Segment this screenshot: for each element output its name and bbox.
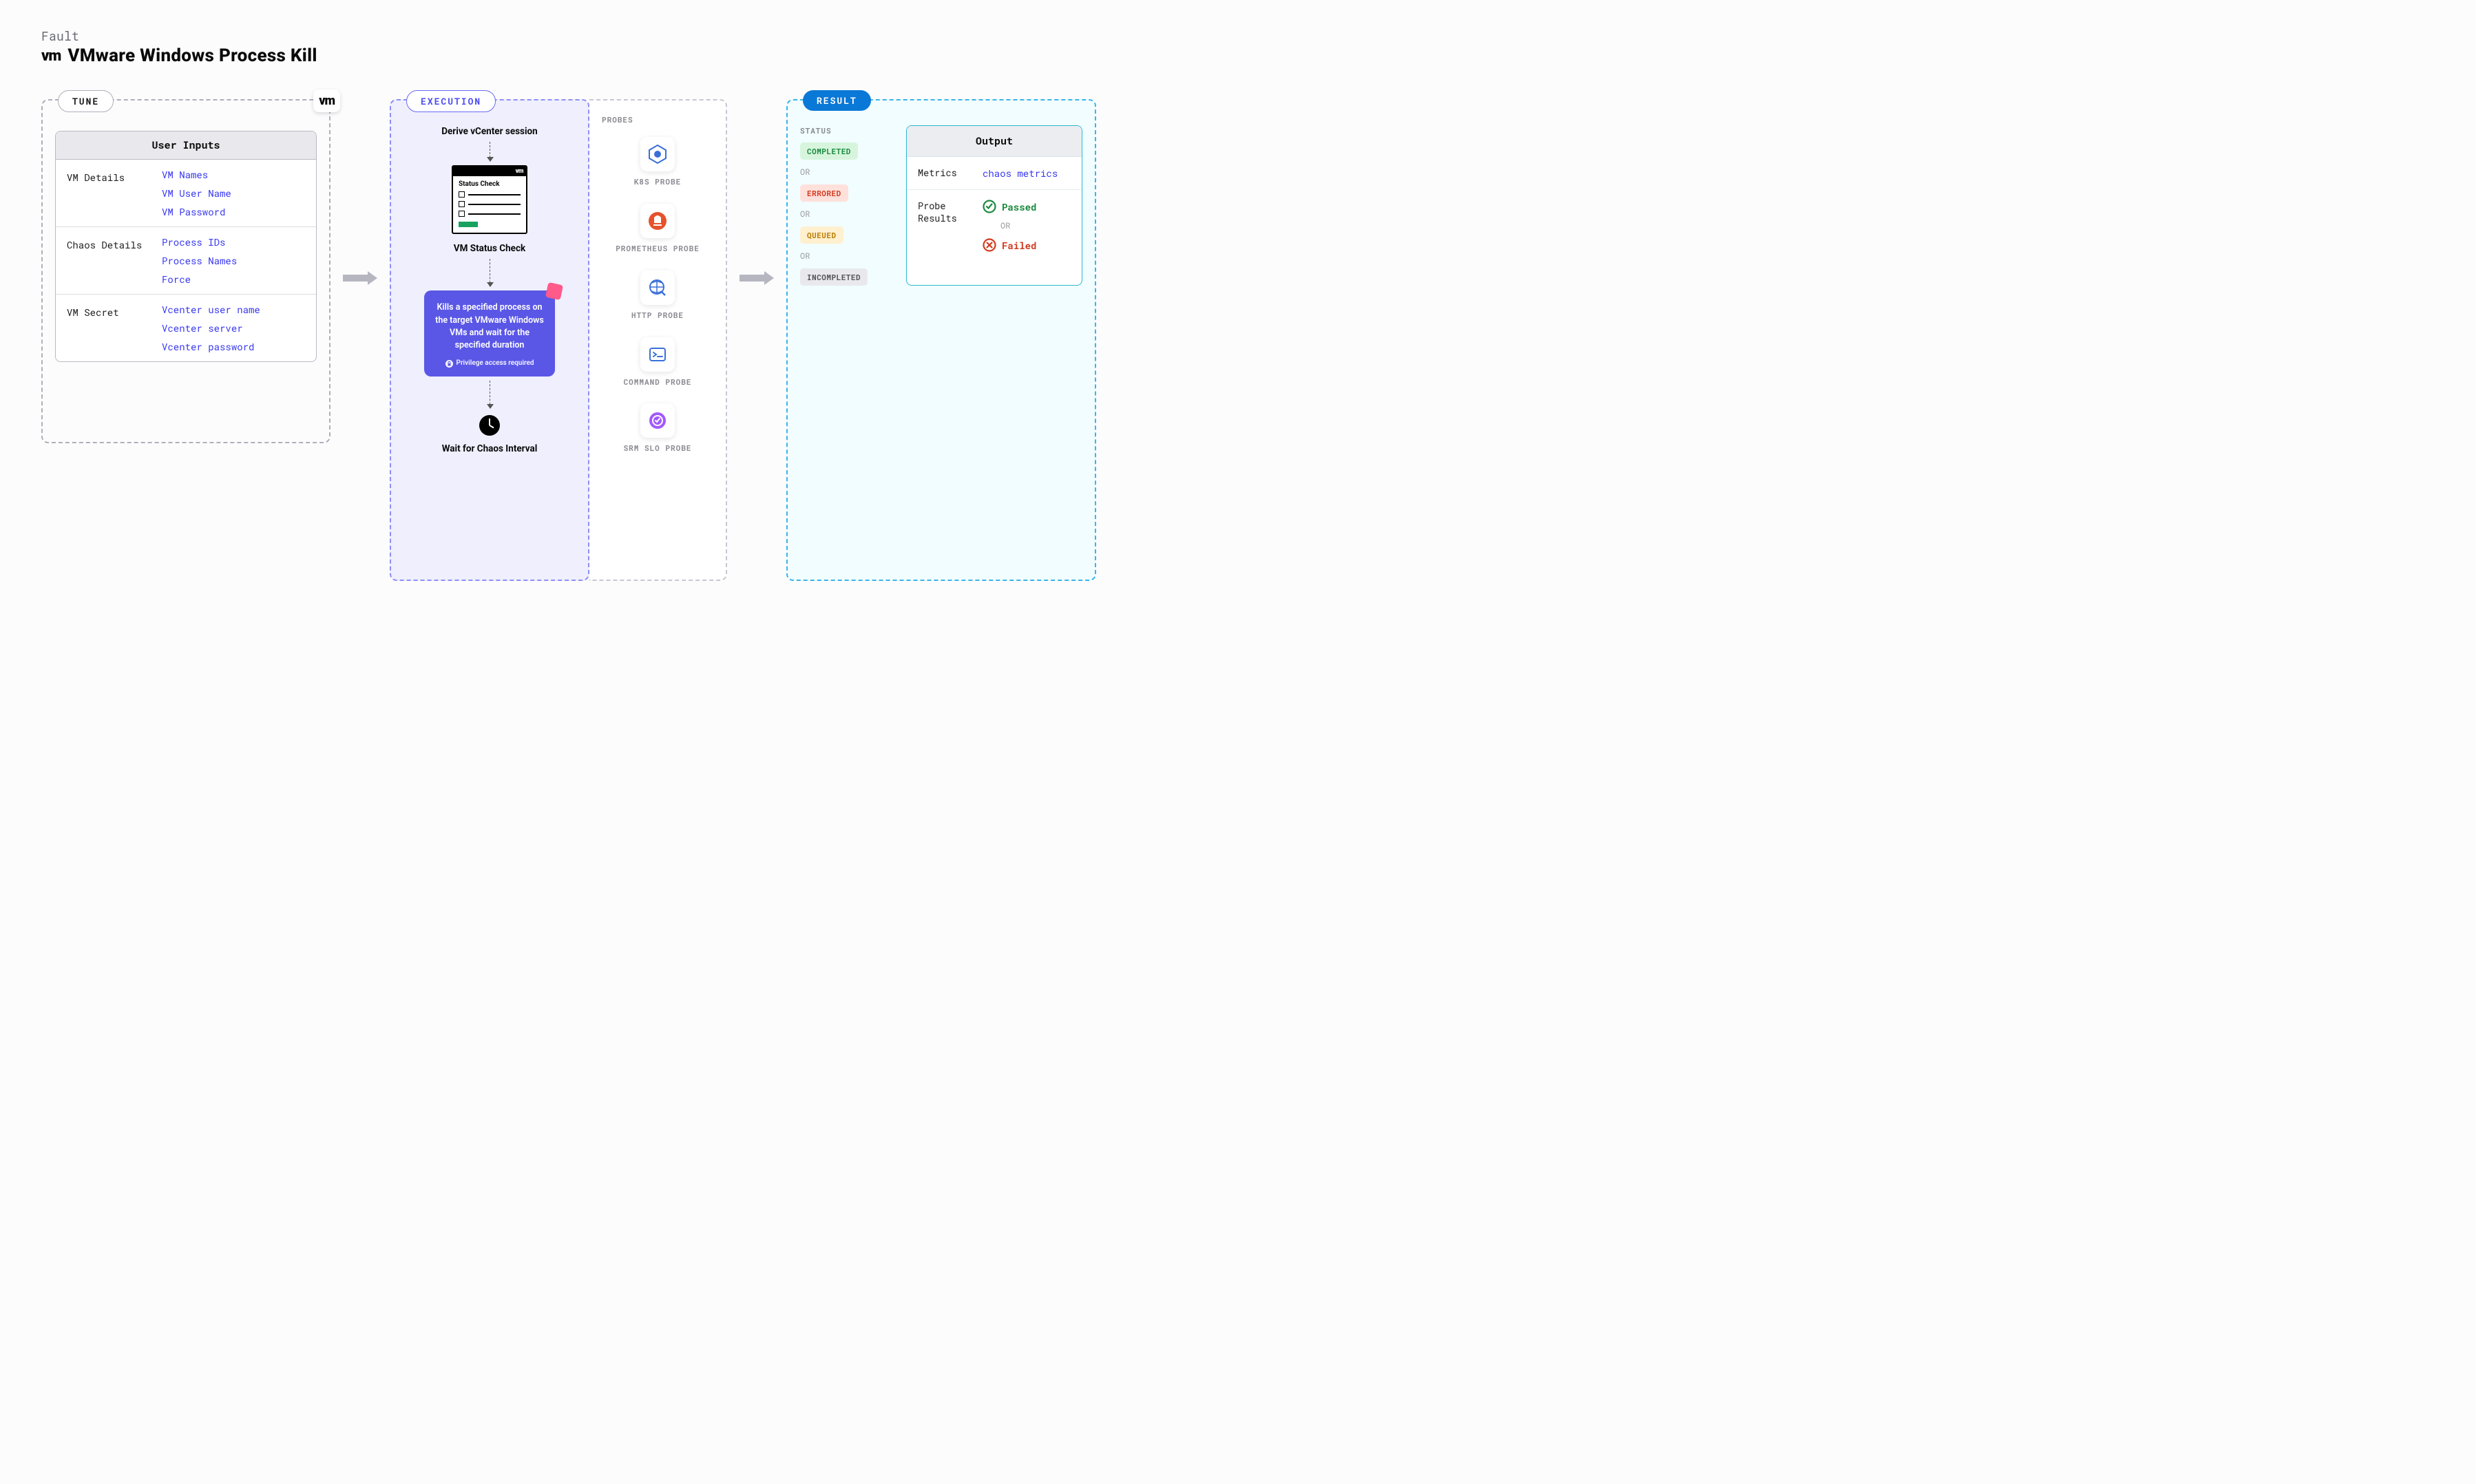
output-metrics-row: Metrics chaos metrics xyxy=(907,157,1082,190)
probes-title: PROBES xyxy=(602,114,713,125)
or-separator: OR xyxy=(1000,220,1071,231)
privilege-note: Privilege access required xyxy=(434,359,545,369)
probe-prometheus: PROMETHEUS PROBE xyxy=(616,204,700,254)
or-separator: OR xyxy=(800,209,890,220)
probe-srm-slo: SRM SLO PROBE xyxy=(624,403,692,454)
title-text: VMware Windows Process Kill xyxy=(67,45,317,66)
progress-bar-icon xyxy=(459,222,478,227)
status-check-card: vm Status Check xyxy=(452,165,527,234)
diagram-container: TUNE vm User Inputs VM Details VM Names … xyxy=(41,99,2435,581)
vmware-badge-icon: vm xyxy=(313,89,340,112)
execution-panel: EXECUTION Derive vCenter session vm Stat… xyxy=(390,99,589,581)
section-values: Process IDs Process Names Force xyxy=(162,235,237,286)
page-header: Fault vm VMware Windows Process Kill xyxy=(41,28,2435,66)
result-tag: RESULT xyxy=(803,90,871,111)
probes-panel: PROBES K8S PROBE PROMETHEUS PROBE HTTP P… xyxy=(589,99,727,581)
step-wait-interval: Wait for Chaos Interval xyxy=(442,443,538,455)
status-check-title: Status Check xyxy=(459,180,521,188)
probe-name: COMMAND PROBE xyxy=(624,377,692,388)
k8s-icon xyxy=(640,137,675,171)
command-icon xyxy=(640,337,675,372)
probe-name: PROMETHEUS PROBE xyxy=(616,244,700,254)
section-label: Chaos Details xyxy=(67,235,149,286)
probe-failed: Failed xyxy=(983,238,1071,252)
page-title: vm VMware Windows Process Kill xyxy=(41,45,2435,66)
user-inputs-card: User Inputs VM Details VM Names VM User … xyxy=(55,131,317,362)
probe-list: K8S PROBE PROMETHEUS PROBE HTTP PROBE CO… xyxy=(602,137,713,454)
execution-flow: Derive vCenter session vm Status Check V… xyxy=(403,125,576,456)
chaos-badge-icon xyxy=(545,282,563,300)
section-label: VM Details xyxy=(67,168,149,218)
check-circle-icon xyxy=(983,200,996,213)
user-inputs-title: User Inputs xyxy=(56,131,316,160)
probe-results-values: Passed OR Failed xyxy=(983,200,1071,252)
input-value: VM User Name xyxy=(162,187,231,200)
input-value: Force xyxy=(162,273,237,286)
flow-arrow-icon xyxy=(739,270,774,286)
lock-icon xyxy=(445,360,453,368)
probe-name: K8S PROBE xyxy=(634,177,681,187)
input-value: Process Names xyxy=(162,254,237,267)
x-circle-icon xyxy=(983,238,996,252)
srm-icon xyxy=(640,403,675,438)
probe-http: HTTP PROBE xyxy=(631,271,684,321)
probe-name: HTTP PROBE xyxy=(631,310,684,321)
tune-tag: TUNE xyxy=(58,90,114,112)
input-value: VM Names xyxy=(162,168,231,181)
status-column: STATUS COMPLETED OR ERRORED OR QUEUED OR… xyxy=(800,125,890,286)
execution-wrap: EXECUTION Derive vCenter session vm Stat… xyxy=(390,99,727,581)
section-label: VM Secret xyxy=(67,303,149,353)
metrics-label: Metrics xyxy=(918,167,972,179)
or-separator: OR xyxy=(800,167,890,178)
input-value: VM Password xyxy=(162,205,231,218)
input-value: Vcenter server xyxy=(162,321,260,335)
probe-command: COMMAND PROBE xyxy=(624,337,692,388)
status-incompleted-badge: INCOMPLETED xyxy=(800,268,868,286)
output-title: Output xyxy=(907,126,1082,157)
prometheus-icon xyxy=(640,204,675,238)
section-values: VM Names VM User Name VM Password xyxy=(162,168,231,218)
probe-k8s: K8S PROBE xyxy=(634,137,681,187)
input-value: Vcenter user name xyxy=(162,303,260,316)
status-queued-badge: QUEUED xyxy=(800,226,843,244)
step-vm-status-check: VM Status Check xyxy=(454,242,525,255)
vm-details-section: VM Details VM Names VM User Name VM Pass… xyxy=(56,160,316,227)
input-value: Process IDs xyxy=(162,235,237,248)
status-completed-badge: COMPLETED xyxy=(800,142,858,160)
header-kicker: Fault xyxy=(41,28,2435,44)
probe-passed: Passed xyxy=(983,200,1071,213)
clock-icon xyxy=(479,415,500,436)
status-errored-badge: ERRORED xyxy=(800,184,848,202)
tune-panel: TUNE vm User Inputs VM Details VM Names … xyxy=(41,99,331,443)
chaos-details-section: Chaos Details Process IDs Process Names … xyxy=(56,227,316,295)
http-icon xyxy=(640,271,675,305)
execution-tag: EXECUTION xyxy=(406,90,496,112)
vm-secret-section: VM Secret Vcenter user name Vcenter serv… xyxy=(56,295,316,361)
probe-name: SRM SLO PROBE xyxy=(624,443,692,454)
step-derive-session: Derive vCenter session xyxy=(441,125,538,138)
action-card: Kills a specified process on the target … xyxy=(424,290,555,377)
card-bar-logo: vm xyxy=(453,167,526,176)
metrics-value: chaos metrics xyxy=(983,167,1071,180)
section-values: Vcenter user name Vcenter server Vcenter… xyxy=(162,303,260,353)
output-probe-row: Probe Results Passed OR Failed xyxy=(907,190,1082,262)
vmware-logo-icon: vm xyxy=(41,47,61,65)
action-text: Kills a specified process on the target … xyxy=(434,301,545,352)
result-panel: RESULT STATUS COMPLETED OR ERRORED OR QU… xyxy=(786,99,1096,581)
input-value: Vcenter password xyxy=(162,340,260,353)
output-card: Output Metrics chaos metrics Probe Resul… xyxy=(906,125,1082,286)
probe-results-label: Probe Results xyxy=(918,200,972,224)
flow-arrow-icon xyxy=(343,270,377,286)
status-label: STATUS xyxy=(800,125,890,136)
or-separator: OR xyxy=(800,251,890,262)
result-body: STATUS COMPLETED OR ERRORED OR QUEUED OR… xyxy=(800,125,1082,286)
